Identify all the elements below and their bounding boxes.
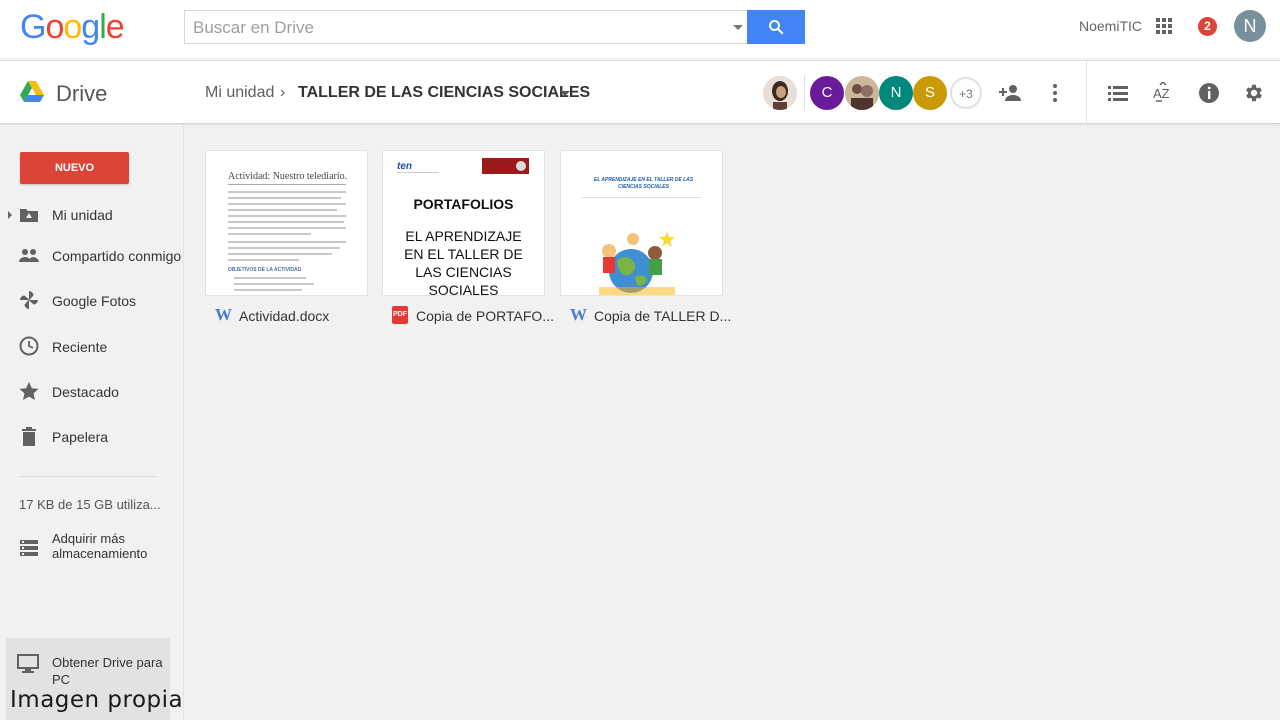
- sidebar-item-label: Google Fotos: [52, 293, 137, 309]
- sidebar-item-shared[interactable]: Compartido conmigo: [0, 236, 184, 276]
- file-card[interactable]: EL APRENDIZAJE EN EL TALLER DE LAS CIENC…: [560, 150, 731, 330]
- sidebar-item-label: Reciente: [52, 339, 108, 355]
- share-add-person-icon[interactable]: [998, 81, 1022, 105]
- file-thumbnail[interactable]: ten PORTAFOLIOS EL APRENDIZAJE EN EL TAL…: [382, 150, 545, 296]
- expand-arrow-icon[interactable]: [8, 211, 12, 219]
- sidebar-item-trash[interactable]: Papelera: [0, 417, 184, 457]
- ten-logo-icon: ten: [397, 159, 439, 175]
- word-doc-icon: W: [570, 305, 587, 324]
- thumbnail-section-heading: OBJETIVOS DE LA ACTIVIDAD: [228, 267, 302, 273]
- sidebar-item-starred[interactable]: Destacado: [0, 372, 184, 412]
- folder-menu-chevron-icon[interactable]: [560, 91, 570, 96]
- search-icon: [769, 20, 784, 35]
- account-username[interactable]: NoemiTIC: [1079, 18, 1142, 34]
- globe-children-illustration: [599, 231, 675, 295]
- drive-logo-icon[interactable]: [20, 81, 44, 108]
- collaborator-avatar[interactable]: C: [810, 76, 844, 110]
- logo-letter: G: [20, 8, 46, 46]
- logo-letter: o: [63, 8, 82, 46]
- logo-letter: g: [81, 8, 100, 46]
- new-button[interactable]: NUEVO: [20, 152, 129, 184]
- collaborators-divider: [804, 75, 805, 111]
- sidebar-item-label: Papelera: [52, 429, 109, 445]
- file-thumbnail[interactable]: Actividad: Nuestro telediario. OBJETIVOS…: [205, 150, 368, 296]
- logo-letter: e: [105, 8, 125, 46]
- buy-storage-link[interactable]: Adquirir más almacenamiento: [0, 528, 184, 568]
- collaborator-avatar[interactable]: [845, 76, 879, 110]
- notifications-badge[interactable]: 2: [1198, 17, 1217, 36]
- collaborator-avatar[interactable]: N: [879, 76, 913, 110]
- get-drive-label: Obtener Drive para PC: [52, 655, 163, 687]
- file-meta: W Actividad.docx: [215, 306, 365, 328]
- image-credit-caption: Imagen propia: [10, 687, 184, 713]
- collaborator-avatar[interactable]: [763, 76, 797, 110]
- more-options-icon[interactable]: [1043, 81, 1067, 105]
- thumbnail-title: EL APRENDIZAJE EN EL TALLER DE LAS CIENC…: [593, 177, 694, 190]
- shared-people-icon: [18, 244, 40, 266]
- search-button[interactable]: [747, 10, 805, 44]
- sidebar-item-label: Compartido conmigo: [52, 248, 182, 264]
- storage-server-icon: [18, 537, 40, 559]
- apps-grid-icon[interactable]: [1156, 18, 1172, 34]
- sidebar-item-google-photos[interactable]: Google Fotos: [0, 281, 184, 321]
- sidebar: NUEVO Mi unidad Compartido conmigo Googl…: [0, 125, 184, 720]
- file-card[interactable]: ten PORTAFOLIOS EL APRENDIZAJE EN EL TAL…: [382, 150, 554, 330]
- photos-pinwheel-icon: [18, 289, 40, 311]
- file-name[interactable]: Copia de TALLER D...: [594, 308, 731, 324]
- my-drive-icon: [18, 203, 40, 225]
- thumbnail-subtitle: EL APRENDIZAJE EN EL TALLER DE LAS CIENC…: [404, 228, 523, 296]
- logo-letter: o: [45, 8, 64, 46]
- sidebar-item-my-drive[interactable]: Mi unidad: [0, 195, 184, 235]
- drive-app-name[interactable]: Drive: [56, 81, 107, 107]
- thumbnail-bullet-lines: [234, 277, 314, 295]
- thumbnail-rule: [228, 184, 346, 185]
- svg-text:AZ: AZ: [1153, 86, 1170, 101]
- account-avatar[interactable]: N: [1234, 10, 1266, 42]
- top-bar: Google NoemiTIC 2 N: [0, 0, 1280, 58]
- google-logo[interactable]: Google: [20, 8, 125, 47]
- file-meta: W Copia de TALLER D...: [570, 305, 731, 328]
- sort-az-icon[interactable]: AZ: [1151, 81, 1175, 105]
- star-icon: [18, 380, 40, 402]
- sidebar-item-recent[interactable]: Reciente: [0, 327, 184, 367]
- thumbnail-rule: [581, 197, 701, 198]
- search-options-chevron-icon[interactable]: [733, 25, 743, 30]
- file-thumbnail[interactable]: EL APRENDIZAJE EN EL TALLER DE LAS CIENC…: [560, 150, 723, 296]
- buy-storage-label: Adquirir más almacenamiento: [52, 531, 148, 561]
- thumbnail-title: PORTAFOLIOS: [413, 196, 514, 212]
- clock-icon: [18, 335, 40, 357]
- thumbnail-doc-title: Actividad: Nuestro telediario.: [228, 171, 348, 182]
- institution-logo-icon: [482, 158, 529, 174]
- computer-monitor-icon: [17, 654, 39, 679]
- sidebar-item-label: Mi unidad: [52, 207, 113, 223]
- drive-toolbar: Drive Mi unidad › TALLER DE LAS CIENCIAS…: [0, 60, 1280, 125]
- collaborator-avatar[interactable]: S: [913, 76, 947, 110]
- list-view-icon[interactable]: [1106, 81, 1130, 105]
- toolbar-divider: [1086, 61, 1087, 125]
- settings-gear-icon[interactable]: [1242, 81, 1266, 105]
- more-collaborators-badge[interactable]: +3: [950, 77, 982, 109]
- breadcrumb-separator: ›: [280, 84, 286, 101]
- file-meta: PDF Copia de PORTAFO...: [392, 306, 554, 328]
- file-card[interactable]: Actividad: Nuestro telediario. OBJETIVOS…: [205, 150, 368, 330]
- sidebar-item-label: Destacado: [52, 384, 119, 400]
- trash-icon: [18, 425, 40, 447]
- breadcrumb-current-folder[interactable]: TALLER DE LAS CIENCIAS SOCIALES: [298, 84, 590, 102]
- search-box[interactable]: [184, 10, 805, 44]
- sidebar-divider: [20, 476, 156, 477]
- storage-usage-text: 17 KB de 15 GB utiliza...: [19, 497, 161, 512]
- pdf-file-icon: PDF: [392, 306, 408, 324]
- info-icon[interactable]: [1197, 81, 1221, 105]
- word-doc-icon: W: [215, 305, 232, 324]
- file-name[interactable]: Actividad.docx: [239, 308, 329, 324]
- file-name[interactable]: Copia de PORTAFO...: [416, 308, 554, 324]
- search-input[interactable]: [193, 17, 713, 39]
- thumbnail-text-lines: [228, 191, 346, 265]
- breadcrumb-my-drive[interactable]: Mi unidad: [205, 84, 274, 102]
